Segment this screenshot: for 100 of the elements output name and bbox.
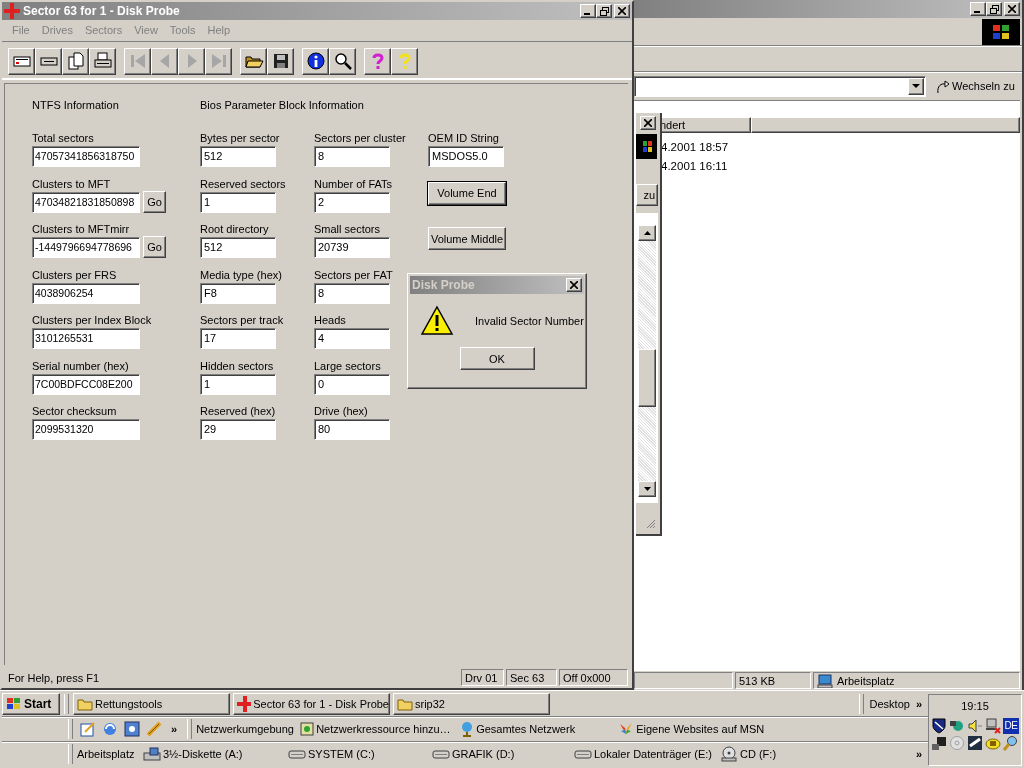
toolbar-button[interactable] bbox=[89, 47, 116, 75]
close-icon bbox=[618, 7, 626, 15]
field-label: Sectors per track bbox=[200, 314, 284, 327]
restore-icon bbox=[989, 4, 999, 14]
list-item[interactable]: 4.2001 18:57 bbox=[634, 139, 1020, 155]
link-button[interactable]: Netzwerkumgebung bbox=[196, 718, 301, 740]
text-field[interactable]: 20739 bbox=[314, 237, 390, 258]
drive-link[interactable]: Arbeitsplatz bbox=[77, 743, 143, 765]
disconnected-computer-icon[interactable] bbox=[985, 718, 1001, 734]
text-field[interactable]: MSDOS5.0 bbox=[428, 146, 504, 167]
drive-link[interactable]: Lokaler Datenträger (E:) bbox=[574, 743, 720, 765]
drive-link[interactable]: 3½-Diskette (A:) bbox=[143, 743, 288, 765]
folder-icon bbox=[77, 697, 93, 711]
drive-link[interactable]: SYSTEM (C:) bbox=[288, 743, 432, 765]
text-field[interactable]: 8 bbox=[314, 146, 390, 167]
resize-grip-icon[interactable] bbox=[646, 519, 656, 531]
field-label: Large sectors bbox=[314, 359, 381, 373]
toolbar-button[interactable] bbox=[240, 47, 267, 75]
go-button[interactable]: Go bbox=[143, 236, 166, 258]
list-item[interactable]: 4.2001 16:11 bbox=[634, 158, 1020, 174]
scrollbar[interactable] bbox=[638, 225, 656, 497]
toolbar-button[interactable] bbox=[302, 47, 329, 75]
toolbar-button[interactable] bbox=[62, 47, 89, 75]
volume-button[interactable]: Volume Middle bbox=[428, 227, 506, 250]
field-label: Hidden sectors bbox=[200, 359, 274, 373]
caret-icon bbox=[912, 84, 920, 88]
toolbar-button[interactable] bbox=[8, 47, 35, 75]
text-field[interactable]: 47034821831850898 bbox=[32, 191, 140, 213]
network-folder-icon bbox=[300, 722, 315, 736]
terminal-icon[interactable] bbox=[931, 735, 947, 751]
text-field[interactable]: 4038906254 bbox=[32, 282, 140, 304]
shield-icon[interactable] bbox=[931, 718, 947, 734]
more-button[interactable]: » bbox=[909, 698, 928, 710]
close-icon bbox=[570, 281, 578, 289]
go-button[interactable]: Go bbox=[143, 190, 166, 213]
field-label: Clusters to MFTmirr bbox=[32, 223, 130, 236]
text-field[interactable]: 2099531320 bbox=[32, 419, 140, 440]
taskbar-button[interactable]: Sector 63 for 1 - Disk Probe bbox=[233, 693, 390, 715]
toolbar-button[interactable] bbox=[267, 47, 294, 75]
text-field[interactable]: 29 bbox=[200, 419, 276, 440]
text-field[interactable]: 512 bbox=[200, 146, 276, 167]
cd-drive-icon bbox=[720, 746, 738, 762]
toolbar-button[interactable] bbox=[364, 47, 391, 75]
drive-link[interactable]: GRAFIK (D:) bbox=[432, 743, 574, 765]
scroll-down-button[interactable] bbox=[638, 481, 656, 497]
magnifier-icon[interactable] bbox=[1003, 735, 1019, 751]
toolbar-button[interactable] bbox=[329, 47, 356, 75]
field-label: Sector checksum bbox=[32, 405, 117, 418]
text-field[interactable]: -1449796694778696 bbox=[32, 237, 140, 258]
text-field[interactable]: F8 bbox=[200, 282, 276, 304]
more-button[interactable]: » bbox=[165, 723, 184, 735]
quick-launch-button[interactable] bbox=[121, 718, 143, 740]
text-field[interactable]: 8 bbox=[314, 282, 390, 304]
text-field[interactable]: 2 bbox=[314, 191, 390, 213]
scanner-icon[interactable] bbox=[967, 735, 983, 751]
link-button[interactable]: Gesamtes Netzwerk bbox=[460, 718, 619, 740]
text-field[interactable]: 4 bbox=[314, 328, 390, 349]
scroll-thumb[interactable] bbox=[638, 349, 656, 407]
toolbar-button[interactable] bbox=[35, 47, 62, 75]
volume-button[interactable]: Volume End bbox=[428, 181, 506, 205]
taskbar-button[interactable]: Rettungstools bbox=[73, 693, 230, 715]
speaker-icon[interactable] bbox=[967, 718, 983, 734]
dropdown-button[interactable] bbox=[908, 77, 924, 95]
down-arrow-icon bbox=[643, 487, 651, 491]
text-field[interactable]: 17 bbox=[200, 328, 276, 349]
text-field[interactable]: 80 bbox=[314, 419, 390, 440]
text-field[interactable]: 512 bbox=[200, 237, 276, 258]
restore-icon bbox=[599, 6, 609, 16]
address-field[interactable] bbox=[634, 75, 926, 97]
drive-link[interactable]: CD (F:) bbox=[720, 743, 777, 765]
taskbar-button[interactable]: srip32 bbox=[393, 693, 550, 715]
link-button[interactable]: Netzwerkressource hinzu… bbox=[300, 718, 461, 740]
toolbar-button[interactable] bbox=[391, 47, 418, 75]
column-header[interactable] bbox=[751, 117, 1020, 133]
link-button[interactable]: Eigene Websites auf MSN bbox=[618, 718, 765, 740]
go-to-button[interactable]: zu bbox=[636, 184, 658, 206]
field-label: Number of FATs bbox=[314, 177, 393, 191]
up-arrow-icon bbox=[643, 231, 651, 235]
hard-drive-icon bbox=[432, 749, 450, 759]
network-icon[interactable] bbox=[949, 718, 965, 734]
text-field[interactable]: 0 bbox=[314, 373, 390, 395]
scroll-up-button[interactable] bbox=[638, 225, 656, 241]
text-field[interactable]: 1 bbox=[200, 373, 276, 395]
floppy-drive-icon bbox=[143, 747, 161, 761]
text-field[interactable]: 7C00BDFCC08E200 bbox=[32, 373, 140, 395]
start-button[interactable]: Start bbox=[2, 693, 60, 715]
text-field[interactable]: 3101265531 bbox=[32, 328, 140, 349]
ok-button[interactable]: OK bbox=[459, 347, 535, 370]
text-field[interactable]: 47057341856318750 bbox=[32, 146, 140, 167]
close-button[interactable] bbox=[640, 116, 656, 130]
language-indicator[interactable]: DE bbox=[1003, 718, 1019, 734]
field-label: Reserved sectors bbox=[200, 177, 286, 191]
field-label: OEM ID String bbox=[428, 132, 499, 145]
viewer-icon bbox=[124, 721, 140, 737]
hard-drive-icon bbox=[288, 749, 306, 759]
more-button[interactable]: » bbox=[909, 748, 928, 760]
info-icon bbox=[305, 51, 326, 71]
text-field[interactable]: 1 bbox=[200, 191, 276, 213]
folder-icon bbox=[397, 697, 413, 711]
coin-icon[interactable] bbox=[985, 735, 1001, 751]
